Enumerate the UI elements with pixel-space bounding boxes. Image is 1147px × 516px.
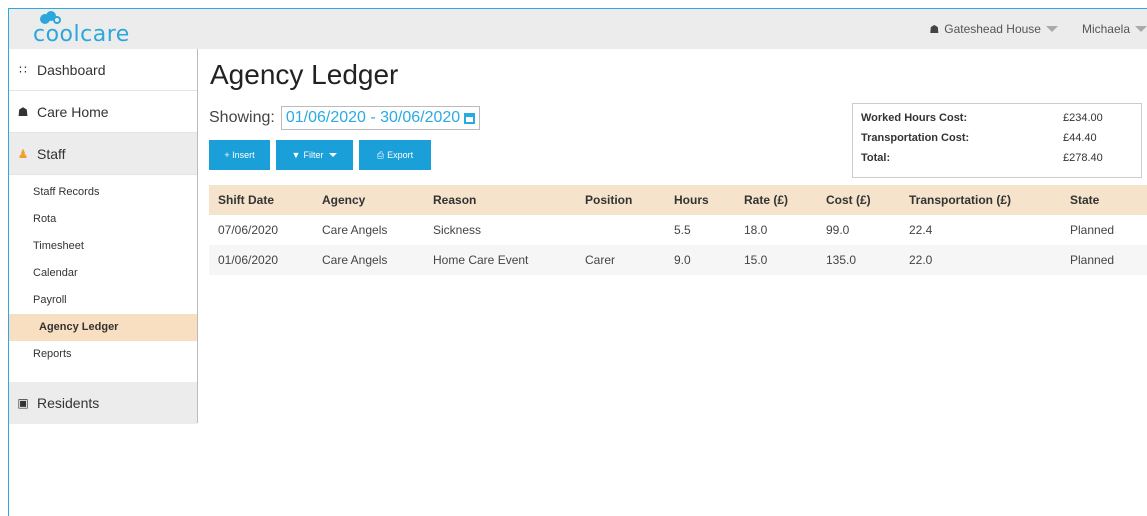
logo-text: coolcare [33, 22, 130, 47]
export-icon: ⎙ [376, 149, 385, 160]
cell-transportation: 22.4 [909, 223, 933, 237]
nav-care-home-label: Care Home [37, 103, 109, 120]
filter-button[interactable]: ▼ Filter [276, 140, 353, 170]
cell-state: Planned [1070, 253, 1115, 267]
cell-hours: 9.0 [674, 253, 691, 267]
total-label: Total: [861, 152, 891, 164]
user-name: Michaela [1081, 22, 1130, 36]
cell-shift-date: 01/06/2020 [218, 253, 279, 267]
cell-rate: 15.0 [744, 253, 768, 267]
top-right-controls: ☗ Gateshead House Michaela [929, 22, 1147, 36]
table-row[interactable]: 01/06/2020 Care Angels Home Care Event C… [209, 245, 1147, 275]
chevron-down-icon [329, 153, 338, 157]
column-header-transportation[interactable]: Transportation (£) [900, 193, 1061, 207]
transportation-cost-value: £44.40 [1063, 132, 1097, 144]
cell-shift-date: 07/06/2020 [218, 223, 279, 237]
cell-transportation: 22.0 [909, 253, 933, 267]
sidebar-item-rota[interactable]: Rota [9, 206, 197, 233]
chevron-down-icon [1135, 26, 1147, 32]
worked-hours-cost-value: £234.00 [1063, 112, 1103, 124]
nav-care-home[interactable]: ☗ Care Home [9, 91, 197, 133]
column-header-agency[interactable]: Agency [313, 193, 424, 207]
column-header-position[interactable]: Position [576, 193, 665, 207]
column-header-state[interactable]: State [1061, 193, 1147, 207]
export-button-label: Export [387, 150, 414, 160]
date-range-row: Showing: 01/06/2020 - 30/06/2020 [209, 106, 481, 130]
column-header-shift-date[interactable]: Shift Date [209, 193, 313, 207]
cell-cost: 99.0 [826, 223, 850, 237]
user-menu[interactable]: Michaela [1082, 22, 1147, 36]
table-header-row: Shift Date Agency Reason Position Hours … [209, 185, 1147, 215]
home-icon: ☗ [929, 23, 940, 36]
toolbar: + Insert ▼ Filter ⎙ Export [209, 140, 437, 170]
cell-state: Planned [1070, 223, 1115, 237]
nav-dashboard[interactable]: ∷ Dashboard [9, 49, 197, 91]
summary-row-total: Total: £278.40 [861, 148, 1133, 168]
column-header-cost[interactable]: Cost (£) [817, 193, 900, 207]
staff-submenu: Staff Records Rota Timesheet Calendar Pa… [9, 175, 197, 382]
sidebar-item-timesheet[interactable]: Timesheet [9, 233, 197, 260]
cell-agency: Care Angels [322, 223, 388, 237]
column-header-hours[interactable]: Hours [665, 193, 735, 207]
insert-button-label: + Insert [224, 150, 255, 160]
sidebar-item-staff-records[interactable]: Staff Records [9, 179, 197, 206]
cost-summary-panel: Worked Hours Cost: £234.00 Transportatio… [852, 103, 1142, 178]
date-range-picker[interactable]: 01/06/2020 - 30/06/2020 [280, 106, 481, 130]
app-frame: coolcare ☗ Gateshead House Michaela ∷ Da… [8, 8, 1147, 516]
residents-icon: ▣ [17, 396, 29, 410]
home-icon: ☗ [17, 104, 29, 119]
top-bar: coolcare ☗ Gateshead House Michaela [9, 9, 1147, 49]
column-header-reason[interactable]: Reason [424, 193, 576, 207]
cell-cost: 135.0 [826, 253, 857, 267]
cell-hours: 5.5 [674, 223, 691, 237]
page-title: Agency Ledger [210, 59, 399, 90]
transportation-cost-label: Transportation Cost: [861, 132, 970, 144]
column-header-rate[interactable]: Rate (£) [735, 193, 817, 207]
worked-hours-cost-label: Worked Hours Cost: [861, 112, 968, 124]
cell-position: Carer [585, 253, 616, 267]
summary-row-transport: Transportation Cost: £44.40 [861, 128, 1133, 148]
cell-agency: Care Angels [322, 253, 388, 267]
care-home-name: Gateshead House [944, 22, 1041, 36]
grid-icon: ∷ [19, 62, 27, 77]
export-button[interactable]: ⎙ Export [359, 140, 431, 170]
chevron-down-icon [1045, 26, 1058, 32]
coolcare-logo[interactable]: coolcare [33, 11, 153, 47]
date-range-value: 01/06/2020 - 30/06/2020 [285, 109, 461, 126]
cell-rate: 18.0 [744, 223, 768, 237]
filter-icon: ▼ [291, 150, 301, 160]
nav-residents-label: Residents [37, 395, 100, 411]
nav-staff[interactable]: ♟ Staff [9, 133, 197, 175]
sidebar-item-payroll[interactable]: Payroll [9, 287, 197, 314]
sidebar-item-reports[interactable]: Reports [9, 341, 197, 368]
filter-button-label: Filter [303, 150, 324, 160]
calendar-icon [464, 112, 476, 124]
agency-ledger-table: Shift Date Agency Reason Position Hours … [209, 185, 1147, 275]
sidebar: ∷ Dashboard ☗ Care Home ♟ Staff Staff Re… [9, 49, 198, 424]
nav-staff-label: Staff [37, 145, 66, 162]
nav-residents[interactable]: ▣ Residents [9, 382, 197, 424]
nav-dashboard-label: Dashboard [37, 61, 106, 78]
total-value: £278.40 [1063, 152, 1103, 164]
care-home-selector[interactable]: ☗ Gateshead House [929, 22, 1058, 36]
sidebar-item-agency-ledger[interactable]: Agency Ledger [9, 314, 197, 341]
cell-reason: Sickness [433, 223, 482, 237]
table-row[interactable]: 07/06/2020 Care Angels Sickness 5.5 18.0… [209, 215, 1147, 245]
showing-label: Showing: [209, 109, 275, 126]
insert-button[interactable]: + Insert [209, 140, 270, 170]
sidebar-item-calendar[interactable]: Calendar [9, 260, 197, 287]
cell-reason: Home Care Event [433, 253, 529, 267]
summary-row-worked: Worked Hours Cost: £234.00 [861, 108, 1133, 128]
people-icon: ♟ [17, 146, 29, 161]
